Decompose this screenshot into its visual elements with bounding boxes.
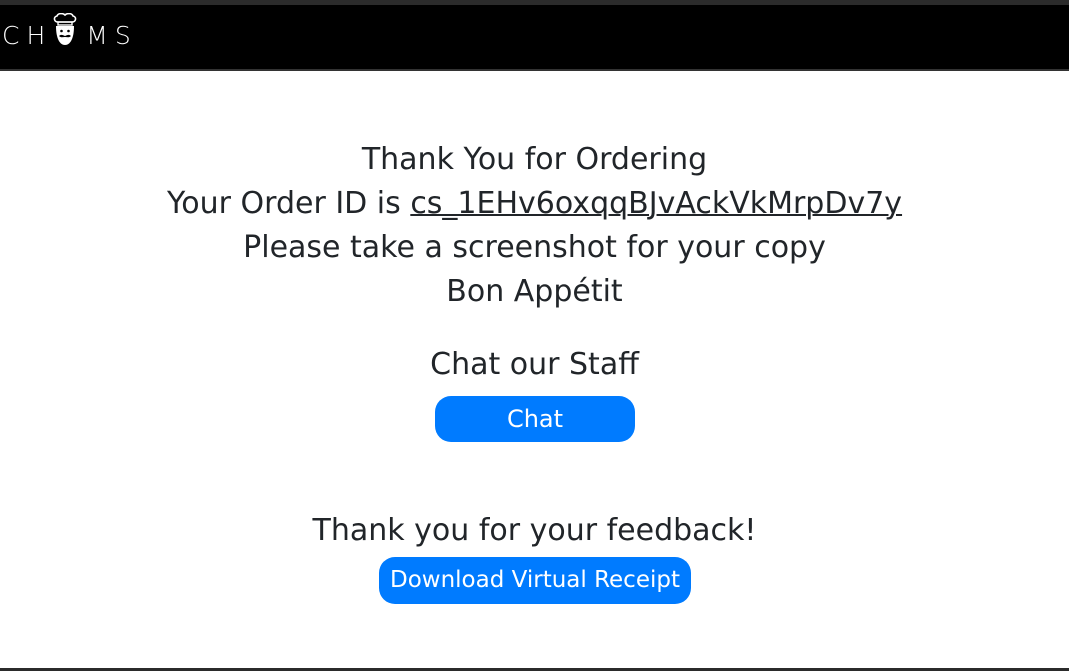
order-id-line: Your Order ID is cs_1EHv6oxqqBJvAckVkMrp… <box>0 182 1069 226</box>
order-confirmation: Thank You for Ordering Your Order ID is … <box>0 138 1069 314</box>
brand-text-suffix: MS <box>86 20 138 50</box>
thank-you-message: Thank You for Ordering <box>361 142 708 177</box>
feedback-heading: Thank you for your feedback! <box>312 513 757 548</box>
chef-hat-icon <box>50 13 80 49</box>
order-id-label: Your Order ID is <box>166 186 411 221</box>
download-receipt-button[interactable]: Download Virtual Receipt <box>379 557 691 604</box>
top-navbar: CH MS <box>0 0 1069 71</box>
brand-text-prefix: CH <box>2 20 53 50</box>
order-id-link[interactable]: cs_1EHv6oxqqBJvAckVkMrpDv7y <box>410 186 902 221</box>
screenshot-note: Please take a screenshot for your copy <box>243 230 826 265</box>
brand-logo-link[interactable]: CH MS <box>2 13 138 53</box>
bon-appetit-message: Bon Appétit <box>446 274 623 309</box>
chat-button[interactable]: Chat <box>435 396 635 442</box>
chat-heading: Chat our Staff <box>430 347 639 382</box>
